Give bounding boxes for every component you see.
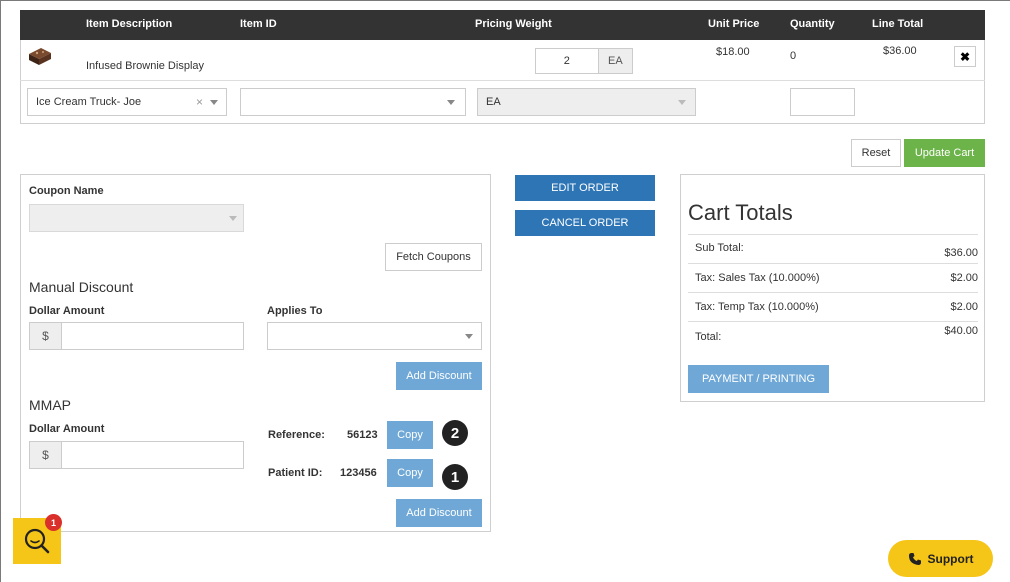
applies-to-label: Applies To	[267, 305, 323, 317]
header-item-id: Item ID	[240, 18, 277, 30]
header-pricing-weight: Pricing Weight	[475, 18, 552, 30]
temp-tax-value: $2.00	[950, 301, 978, 313]
divider	[688, 234, 978, 235]
subtotal-value: $36.00	[944, 247, 978, 259]
temp-tax-label: Tax: Temp Tax (10.000%)	[695, 301, 819, 313]
reference-value: 56123	[347, 429, 378, 441]
patient-id-label: Patient ID:	[268, 467, 323, 479]
applies-to-select[interactable]	[267, 322, 482, 350]
chevron-down-icon	[229, 216, 237, 221]
fetch-coupons-button[interactable]: Fetch Coupons	[385, 243, 482, 271]
manual-discount-title: Manual Discount	[29, 279, 134, 295]
row-divider	[20, 80, 985, 81]
uom-select[interactable]: EA	[477, 88, 696, 116]
reference-label: Reference:	[268, 429, 325, 441]
currency-symbol: $	[30, 442, 62, 468]
pricing-weight-input[interactable]: 2 EA	[535, 48, 633, 74]
chevron-down-icon	[210, 100, 218, 105]
currency-symbol: $	[30, 323, 62, 349]
sales-tax-label: Tax: Sales Tax (10.000%)	[695, 272, 820, 284]
brownie-product-icon	[27, 46, 53, 66]
support-button[interactable]: Support	[888, 540, 993, 577]
mmap-dollar-label: Dollar Amount	[29, 423, 105, 435]
divider	[688, 263, 978, 264]
cart-totals-title: Cart Totals	[688, 200, 793, 225]
divider	[688, 321, 978, 322]
table-header: Item Description Item ID Pricing Weight …	[20, 10, 985, 40]
header-line-total: Line Total	[872, 18, 924, 30]
clear-icon[interactable]: ×	[196, 95, 203, 109]
divider	[688, 292, 978, 293]
add-mmap-discount-button[interactable]: Add Discount	[396, 499, 482, 527]
weight-unit: EA	[597, 49, 632, 73]
payment-printing-button[interactable]: PAYMENT / PRINTING	[688, 365, 829, 393]
coupon-select[interactable]	[29, 204, 244, 232]
quantity-input[interactable]	[790, 88, 855, 116]
copy-reference-button[interactable]: Copy	[387, 421, 433, 449]
dollar-amount-label: Dollar Amount	[29, 305, 105, 317]
subtotal-label: Sub Total:	[695, 242, 744, 254]
sales-tax-value: $2.00	[950, 272, 978, 284]
header-unit-price: Unit Price	[708, 18, 760, 30]
chevron-down-icon	[678, 100, 686, 105]
header-item-description: Item Description	[86, 18, 173, 30]
search-chat-icon	[24, 528, 50, 554]
manual-dollar-input[interactable]: $	[29, 322, 244, 350]
total-label: Total:	[695, 331, 722, 343]
chevron-down-icon	[447, 100, 455, 105]
close-icon: ✖	[959, 49, 971, 64]
item-description: Infused Brownie Display	[86, 60, 205, 72]
mmap-dollar-input[interactable]: $	[29, 441, 244, 469]
unit-price: $18.00	[716, 46, 750, 58]
quantity-value: 0	[790, 50, 797, 62]
copy-patient-id-button[interactable]: Copy	[387, 459, 433, 487]
reset-button[interactable]: Reset	[851, 139, 901, 167]
chevron-down-icon	[465, 334, 473, 339]
add-discount-button[interactable]: Add Discount	[396, 362, 482, 390]
step-badge-1: 1	[442, 464, 468, 490]
customer-value: Ice Cream Truck- Joe	[36, 96, 142, 108]
mmap-title: MMAP	[29, 397, 71, 413]
remove-item-button[interactable]: ✖	[954, 46, 976, 67]
update-cart-button[interactable]: Update Cart	[904, 139, 985, 167]
step-badge-2: 2	[442, 420, 468, 446]
edit-order-button[interactable]: EDIT ORDER	[515, 175, 655, 201]
uom-value: EA	[486, 96, 501, 108]
header-quantity: Quantity	[790, 18, 835, 30]
patient-id-value: 123456	[340, 467, 377, 479]
weight-value[interactable]: 2	[536, 49, 598, 73]
phone-icon	[908, 552, 921, 565]
item-id-select[interactable]	[240, 88, 466, 116]
support-label: Support	[927, 551, 974, 566]
notification-badge: 1	[45, 514, 62, 531]
cancel-order-button[interactable]: CANCEL ORDER	[515, 210, 655, 236]
line-total: $36.00	[883, 45, 917, 57]
coupon-name-label: Coupon Name	[29, 185, 104, 197]
total-value: $40.00	[944, 325, 978, 337]
